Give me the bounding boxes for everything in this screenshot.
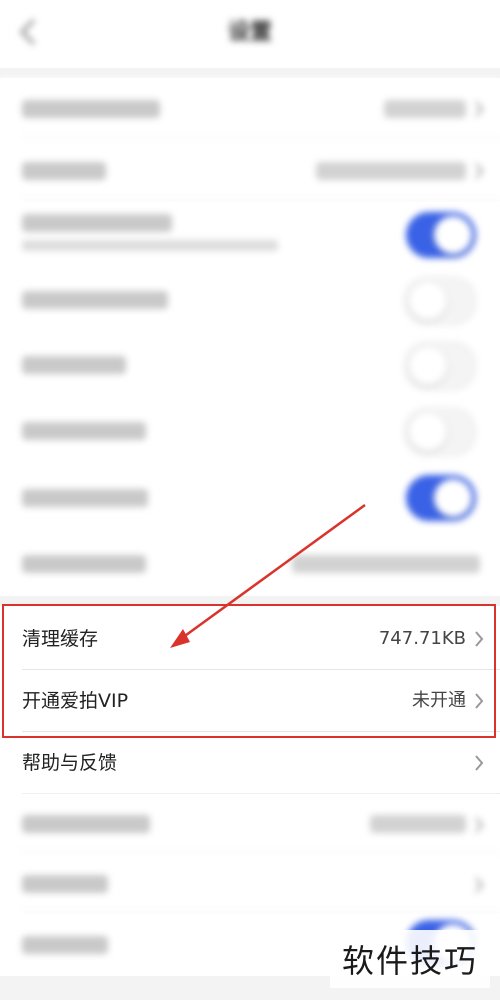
help-feedback-label: 帮助与反馈: [22, 752, 118, 774]
toggle-switch[interactable]: [404, 342, 476, 390]
highlight-box: [2, 604, 496, 738]
settings-row-blurred[interactable]: [0, 532, 500, 596]
settings-row-toggle: [0, 202, 500, 268]
section-divider: [0, 68, 500, 78]
toggle-switch[interactable]: [404, 277, 476, 325]
watermark-text: 软件技巧: [329, 930, 490, 988]
settings-row-blurred[interactable]: [0, 854, 500, 914]
chevron-right-icon: [475, 877, 484, 893]
settings-row-toggle: [0, 398, 500, 464]
settings-row-blurred[interactable]: [0, 794, 500, 854]
help-feedback-row[interactable]: 帮助与反馈: [0, 732, 500, 794]
settings-row-blurred[interactable]: [0, 140, 500, 202]
toggle-switch[interactable]: [406, 475, 476, 521]
chevron-right-icon: [475, 101, 484, 117]
settings-row-toggle: [0, 464, 500, 532]
settings-row-blurred[interactable]: [0, 78, 500, 140]
chevron-right-icon: [475, 163, 484, 179]
chevron-right-icon: [475, 817, 484, 833]
page-title: 设置: [227, 20, 272, 45]
settings-row-toggle: [0, 268, 500, 332]
top-bar: 设置: [0, 0, 500, 68]
toggle-switch[interactable]: [406, 212, 476, 258]
settings-row-toggle: [0, 332, 500, 398]
chevron-right-icon: [475, 755, 484, 771]
toggle-switch[interactable]: [404, 408, 476, 456]
